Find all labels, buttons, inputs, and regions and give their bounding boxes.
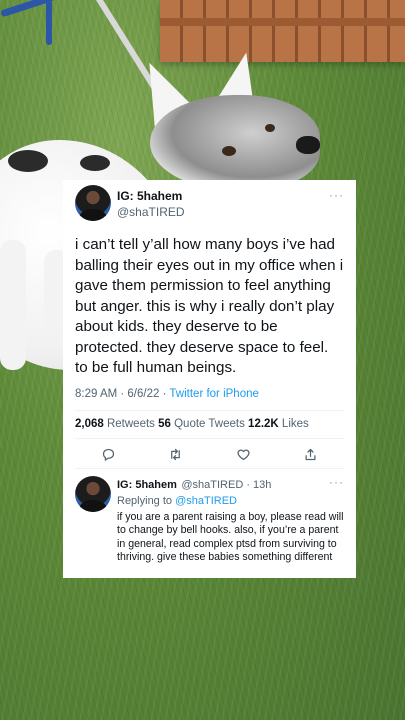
author-name[interactable]: IG: 5hahem xyxy=(117,189,185,203)
likes-count: 12.2K xyxy=(248,418,279,430)
dog-spot xyxy=(8,150,48,172)
tweet-timestamp[interactable]: 8:29 AM · 6/6/22 · xyxy=(75,388,169,400)
tweet-stats: 2,068 Retweets 56 Quote Tweets 12.2K Lik… xyxy=(75,418,344,430)
dog-spot xyxy=(80,155,110,171)
tweet-actions xyxy=(75,444,344,464)
chair-leg xyxy=(46,0,52,45)
reply-text: if you are a parent raising a boy, pleas… xyxy=(117,511,344,564)
quote-tweets-count: 56 xyxy=(158,418,171,430)
divider xyxy=(75,438,344,439)
dog-nose xyxy=(296,136,320,154)
dog-head xyxy=(150,95,320,190)
quote-tweets-label: Quote Tweets xyxy=(170,418,249,430)
share-icon[interactable] xyxy=(300,444,320,464)
replying-to: Replying to @shaTIRED xyxy=(117,495,344,507)
likes-stat[interactable]: 12.2K Likes xyxy=(248,418,309,430)
quote-tweets-stat[interactable]: 56 Quote Tweets xyxy=(158,418,248,430)
reply-author-avatar[interactable] xyxy=(75,476,111,512)
replying-to-handle[interactable]: @shaTIRED xyxy=(175,495,237,507)
reply-author-handle[interactable]: @shaTIRED · 13h xyxy=(181,479,271,491)
likes-label: Likes xyxy=(278,418,309,430)
retweet-icon[interactable] xyxy=(166,444,186,464)
reply-block: IG: 5hahem @shaTIRED · 13h Replying to @… xyxy=(117,475,344,565)
author-avatar[interactable] xyxy=(75,185,111,221)
reply-header: IG: 5hahem @shaTIRED · 13h xyxy=(117,475,344,493)
tweet-text: i can’t tell y’all how many boys i’ve ha… xyxy=(75,236,344,376)
dog-eye xyxy=(222,146,236,156)
tweet-card: IG: 5hahem @shaTIRED ··· i can’t tell y’… xyxy=(63,180,356,578)
reply-icon[interactable] xyxy=(99,444,119,464)
tweet-source[interactable]: Twitter for iPhone xyxy=(169,388,258,400)
divider xyxy=(75,410,344,411)
author-handle[interactable]: @shaTIRED xyxy=(117,205,185,219)
tweet-meta: 8:29 AM · 6/6/22 · Twitter for iPhone xyxy=(75,388,344,400)
fence xyxy=(160,0,405,62)
retweets-label: Retweets xyxy=(103,418,159,430)
author-block: IG: 5hahem @shaTIRED xyxy=(117,189,185,219)
dog-leg xyxy=(0,240,26,370)
more-options-icon[interactable]: ··· xyxy=(329,188,344,202)
dog-eye xyxy=(265,124,275,132)
divider xyxy=(75,468,344,469)
retweets-stat[interactable]: 2,068 Retweets xyxy=(75,418,158,430)
retweets-count: 2,068 xyxy=(75,418,104,430)
like-icon[interactable] xyxy=(233,444,253,464)
fence-rail xyxy=(160,18,405,26)
replying-to-label: Replying to xyxy=(117,495,176,507)
reply-more-options-icon[interactable]: ··· xyxy=(329,475,344,489)
reply-author-name[interactable]: IG: 5hahem xyxy=(117,479,177,491)
